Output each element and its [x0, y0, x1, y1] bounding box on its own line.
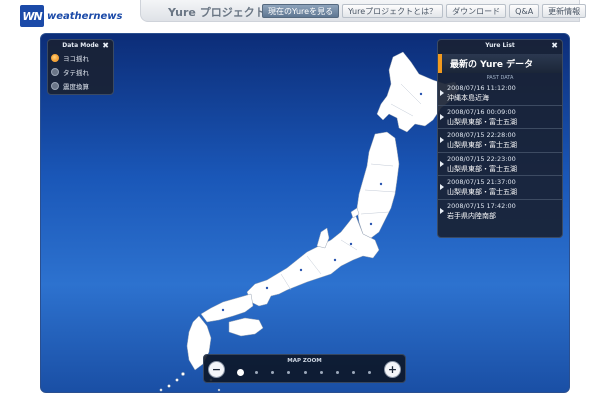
arrow-right-icon: [440, 90, 444, 96]
zoom-tick[interactable]: [255, 371, 259, 374]
island-2: [175, 378, 179, 382]
zoom-in-button[interactable]: +: [384, 361, 401, 378]
logo-mark: WN: [20, 5, 44, 27]
zoom-tick[interactable]: [287, 371, 291, 374]
mode-option-label: 震度換算: [63, 83, 89, 91]
entry-date: 2008/07/16 11:12:00: [447, 84, 516, 92]
entry-place: 山梨県東部・富士五湖: [447, 164, 517, 173]
close-icon[interactable]: ✖: [551, 41, 558, 50]
shikoku-region: [228, 317, 264, 337]
island-4: [159, 388, 163, 392]
arrow-right-icon: [440, 137, 444, 143]
zoom-tick[interactable]: [368, 371, 371, 374]
tohoku-region: [356, 131, 400, 239]
list-item[interactable]: 2008/07/16 00:09:00 山梨県東部・富士五湖: [438, 106, 562, 129]
yure-list-title: Yure List: [485, 42, 515, 49]
mode-option-intensity[interactable]: 震度換算: [48, 79, 113, 93]
zoom-knob[interactable]: [237, 369, 244, 376]
island-1: [181, 372, 185, 376]
radio-selected-icon: [51, 54, 59, 62]
zoom-tick[interactable]: [271, 371, 275, 374]
list-item[interactable]: 2008/07/16 11:12:00 沖縄本島近海: [438, 82, 562, 106]
logo-text: weathernews: [47, 10, 123, 22]
arrow-right-icon: [440, 160, 444, 167]
close-icon[interactable]: ✖: [102, 41, 109, 50]
zoom-tick[interactable]: [319, 371, 323, 374]
entry-date: 2008/07/15 21:37:00: [447, 178, 516, 186]
entry-date: 2008/07/15 17:42:00: [447, 201, 516, 210]
nav-about[interactable]: Yureプロジェクトとは？: [342, 4, 444, 18]
list-item[interactable]: 2008/07/15 21:37:00 山梨県東部・富士五湖: [438, 176, 562, 200]
app-title: Yure プロジェクト: [168, 6, 266, 19]
zoom-tick[interactable]: [335, 371, 339, 374]
radio-icon: [51, 82, 59, 90]
list-item[interactable]: 2008/07/15 22:23:00 山梨県東部・富士五湖: [438, 153, 562, 176]
nav-download[interactable]: ダウンロード: [446, 4, 507, 18]
mode-option-horizontal[interactable]: ヨコ揺れ: [48, 51, 113, 65]
entry-place: 沖縄本島近海: [447, 94, 489, 102]
honshu-central-region: [246, 213, 380, 307]
past-data-label: PAST DATA: [486, 75, 514, 81]
mode-option-vertical[interactable]: タテ揺れ: [48, 65, 113, 79]
list-item[interactable]: 2008/07/15 17:42:00 岩手県内陸南部: [438, 200, 562, 224]
weathernews-logo[interactable]: WN weathernews: [20, 5, 122, 27]
entry-date: 2008/07/16 00:09:00: [447, 107, 516, 116]
arrow-right-icon: [440, 184, 444, 190]
entry-date: 2008/07/15 22:23:00: [447, 154, 516, 163]
zoom-tick[interactable]: [351, 371, 355, 374]
radio-icon: [51, 68, 59, 76]
arrow-right-icon: [440, 113, 444, 120]
island-3: [167, 384, 171, 388]
nav-qa[interactable]: Q&A: [509, 4, 540, 18]
top-nav: 現在のYureを見る Yureプロジェクトとは？ ダウンロード Q&A 更新情報: [262, 4, 587, 18]
mode-option-label: タテ揺れ: [63, 69, 89, 77]
map-zoom-bar: MAP ZOOM − +: [203, 354, 406, 383]
nav-updates[interactable]: 更新情報: [542, 4, 587, 18]
zoom-tick[interactable]: [303, 371, 307, 374]
past-entries-list: 2008/07/16 11:12:00 沖縄本島近海 2008/07/16 00…: [438, 82, 562, 223]
entry-place: 山梨県東部・富士五湖: [447, 141, 517, 149]
data-mode-panel: Data Mode ✖ ヨコ揺れ タテ揺れ 震度換算: [47, 39, 114, 95]
entry-place: 山梨県東部・富士五湖: [447, 117, 517, 126]
list-item[interactable]: 2008/07/15 22:28:00 山梨県東部・富士五湖: [438, 129, 562, 153]
map-stage[interactable]: Data Mode ✖ ヨコ揺れ タテ揺れ 震度換算 Yure List ✖ 最…: [40, 33, 570, 393]
yure-list-panel: Yure List ✖ 最新の Yure データ PAST DATA 2008/…: [437, 39, 563, 238]
arrow-right-icon: [440, 207, 444, 214]
island-6: [217, 388, 221, 392]
entry-date: 2008/07/15 22:28:00: [447, 131, 516, 139]
mode-option-label: ヨコ揺れ: [63, 55, 89, 63]
nav-current-yure[interactable]: 現在のYureを見る: [262, 4, 340, 18]
entry-place: 山梨県東部・富士五湖: [447, 188, 517, 196]
entry-place: 岩手県内陸南部: [447, 211, 496, 220]
zoom-slider[interactable]: [237, 369, 373, 376]
latest-yure-button[interactable]: 最新の Yure データ: [438, 54, 562, 73]
map-zoom-label: MAP ZOOM: [287, 358, 322, 364]
zoom-out-button[interactable]: −: [208, 361, 225, 378]
